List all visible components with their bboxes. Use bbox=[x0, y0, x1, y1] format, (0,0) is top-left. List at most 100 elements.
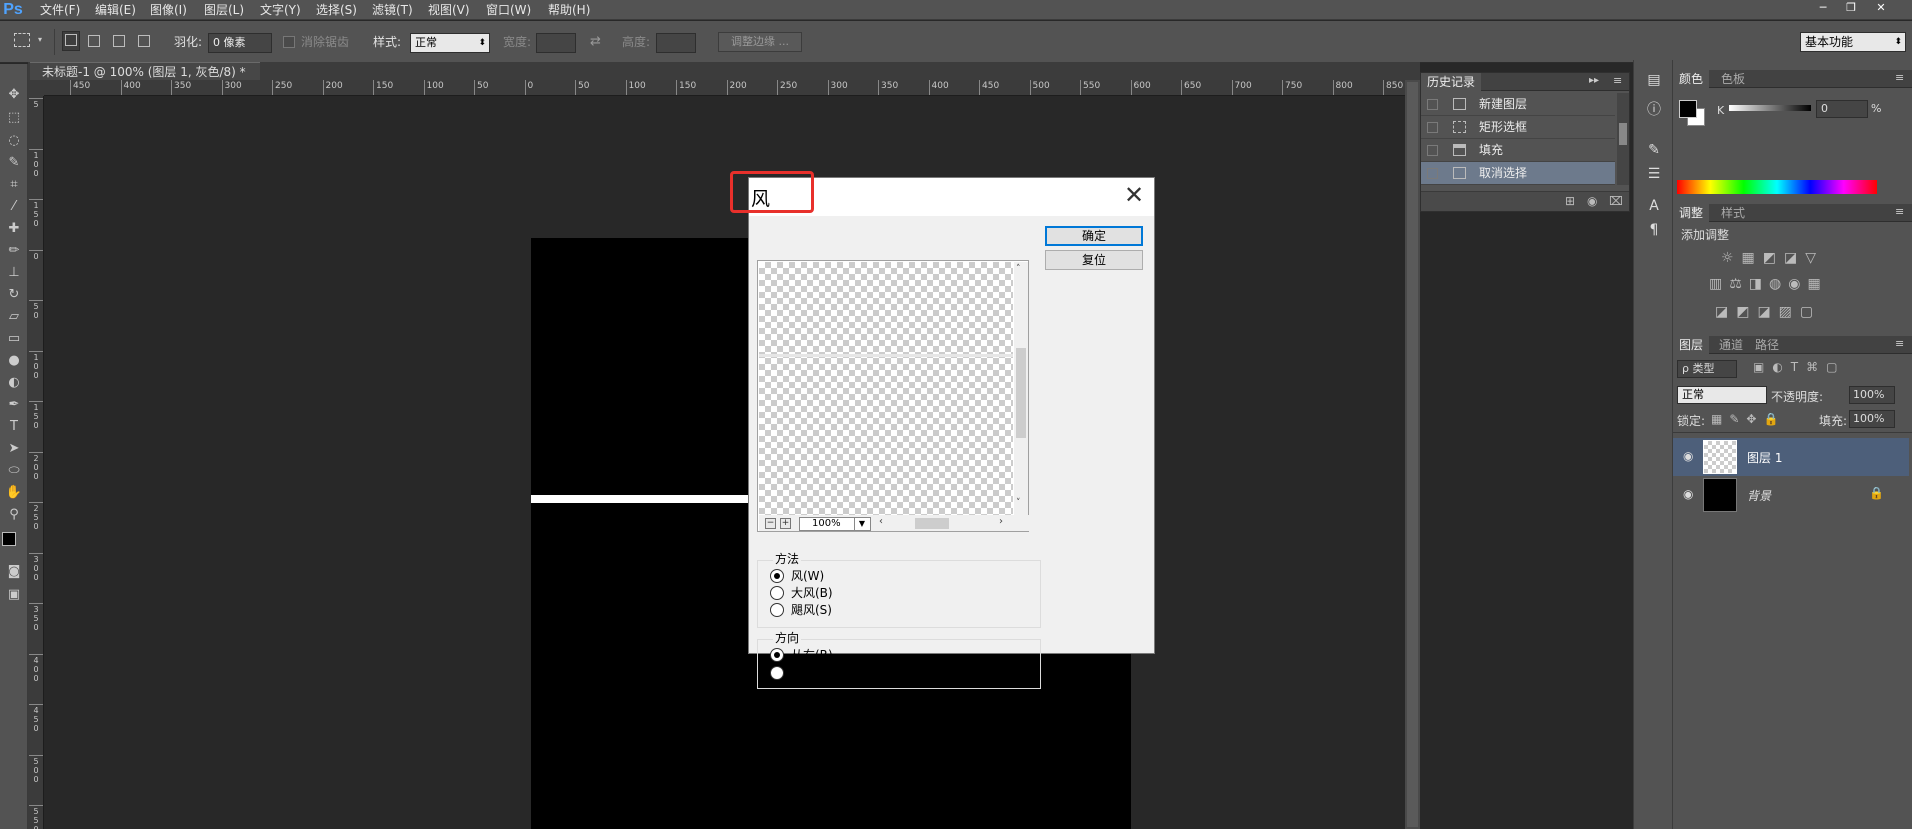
marquee-tool-icon[interactable] bbox=[14, 33, 30, 47]
close-icon[interactable]: ✕ bbox=[1121, 182, 1147, 208]
scroll-up-icon[interactable]: ˄ bbox=[1016, 264, 1021, 274]
history-brush-tool-icon[interactable]: ↻ bbox=[2, 284, 26, 306]
workspace-select[interactable]: 基本功能 ⬍ bbox=[1800, 32, 1906, 52]
dialog-title-bar[interactable]: 风 ✕ bbox=[730, 171, 1154, 216]
menu-window[interactable]: 窗口(W) bbox=[486, 2, 531, 18]
height-input[interactable] bbox=[656, 33, 696, 53]
history-snapshot-checkbox[interactable] bbox=[1427, 145, 1438, 156]
direction-from-left-label[interactable]: 从左(L) bbox=[791, 666, 831, 680]
tab-history[interactable]: 历史记录 bbox=[1421, 73, 1482, 91]
menu-select[interactable]: 选择(S) bbox=[316, 2, 357, 18]
layer-filter-select[interactable]: ρ 类型 bbox=[1677, 360, 1737, 378]
camera-icon[interactable]: ◉ bbox=[1587, 194, 1597, 208]
path-selection-tool-icon[interactable]: ➤ bbox=[2, 438, 26, 460]
eye-icon[interactable]: ◉ bbox=[1683, 487, 1693, 501]
foreground-color-swatch[interactable] bbox=[2, 532, 16, 546]
tool-preset-arrow-icon[interactable]: ▾ bbox=[38, 35, 42, 44]
menu-filter[interactable]: 滤镜(T) bbox=[372, 2, 413, 18]
tab-adjustments[interactable]: 调整 bbox=[1673, 204, 1710, 222]
method-blast-radio[interactable] bbox=[770, 586, 784, 600]
h-scroll-thumb[interactable] bbox=[915, 518, 949, 529]
tab-styles[interactable]: 样式 bbox=[1715, 204, 1751, 222]
fill-input[interactable]: 100% bbox=[1849, 410, 1895, 428]
history-snapshot-checkbox[interactable] bbox=[1427, 122, 1438, 133]
panel-menu-icon[interactable]: ≡ bbox=[1613, 74, 1622, 87]
new-document-from-state-icon[interactable]: ⊞ bbox=[1565, 194, 1575, 208]
clone-stamp-tool-icon[interactable]: ⊥ bbox=[2, 262, 26, 284]
feather-input[interactable]: 0 像素 bbox=[208, 33, 272, 53]
layer-row-selected[interactable]: ◉ 图层 1 bbox=[1673, 438, 1909, 476]
menu-image[interactable]: 图像(I) bbox=[150, 2, 187, 18]
panel-collapse-icon[interactable]: ▸▸ bbox=[1589, 75, 1599, 86]
panel-menu-icon[interactable]: ≡ bbox=[1895, 71, 1904, 84]
add-selection-mode-icon[interactable] bbox=[88, 35, 100, 47]
tab-channels[interactable]: 通道 bbox=[1713, 336, 1749, 354]
color-spectrum-bar[interactable] bbox=[1677, 180, 1877, 194]
direction-from-left-radio[interactable] bbox=[770, 666, 784, 680]
k-slider[interactable] bbox=[1729, 105, 1811, 111]
opacity-input[interactable]: 100% bbox=[1849, 386, 1895, 404]
lock-icons[interactable]: ▦✎✥🔒 bbox=[1711, 412, 1785, 426]
properties-panel-icon[interactable]: ☰ bbox=[1644, 164, 1664, 184]
gradient-tool-icon[interactable]: ▭ bbox=[2, 328, 26, 350]
eraser-tool-icon[interactable]: ▱ bbox=[2, 306, 26, 328]
history-snapshot-checkbox[interactable] bbox=[1427, 99, 1438, 110]
k-value-input[interactable]: 0 bbox=[1816, 100, 1868, 118]
intersect-selection-mode-icon[interactable] bbox=[138, 35, 150, 47]
scroll-down-icon[interactable]: ˅ bbox=[1016, 498, 1021, 508]
quick-mask-icon[interactable]: ◙ bbox=[2, 561, 26, 583]
method-stagger-label[interactable]: 飓风(S) bbox=[791, 603, 832, 617]
history-item[interactable]: 矩形选框 bbox=[1421, 116, 1615, 139]
zoom-out-icon[interactable]: − bbox=[765, 518, 776, 529]
layer-row[interactable]: ◉ 背景 🔒 bbox=[1673, 476, 1909, 514]
panel-menu-icon[interactable]: ≡ bbox=[1895, 337, 1904, 350]
menu-layer[interactable]: 图层(L) bbox=[204, 2, 244, 18]
menu-help[interactable]: 帮助(H) bbox=[548, 2, 590, 18]
ok-button[interactable]: 确定 bbox=[1045, 226, 1143, 246]
panel-menu-icon[interactable]: ≡ bbox=[1895, 205, 1904, 218]
scroll-right-icon[interactable]: › bbox=[999, 516, 1003, 527]
scroll-thumb[interactable] bbox=[1016, 348, 1026, 438]
history-panel-icon[interactable]: ▤ bbox=[1644, 70, 1664, 90]
crop-tool-icon[interactable]: ⌗ bbox=[2, 174, 26, 196]
history-item[interactable]: 填充 bbox=[1421, 139, 1615, 162]
menu-edit[interactable]: 编辑(E) bbox=[95, 2, 136, 18]
rectangular-marquee-tool-icon[interactable]: ⬚ bbox=[2, 107, 26, 129]
blend-mode-select[interactable]: 正常 bbox=[1677, 386, 1767, 404]
blur-tool-icon[interactable]: ● bbox=[2, 350, 26, 372]
restore-button[interactable]: ❐ bbox=[1838, 0, 1864, 16]
dodge-tool-icon[interactable]: ◐ bbox=[2, 372, 26, 394]
move-tool-icon[interactable]: ✥ bbox=[2, 84, 26, 106]
quick-selection-tool-icon[interactable]: ✎ bbox=[2, 152, 26, 174]
tab-layers[interactable]: 图层 bbox=[1673, 336, 1710, 354]
adjustment-icons-row-3[interactable]: ◪◩◪▨▢ bbox=[1715, 304, 1821, 320]
history-item-selected[interactable]: 取消选择 bbox=[1421, 162, 1615, 185]
menu-view[interactable]: 视图(V) bbox=[428, 2, 470, 18]
tab-paths[interactable]: 路径 bbox=[1749, 336, 1785, 354]
eye-icon[interactable]: ◉ bbox=[1683, 449, 1693, 463]
pen-tool-icon[interactable]: ✒ bbox=[2, 394, 26, 416]
foreground-color-swatch[interactable] bbox=[1679, 100, 1697, 118]
info-panel-icon[interactable]: ⓘ bbox=[1644, 100, 1664, 120]
history-snapshot-checkbox[interactable] bbox=[1427, 168, 1438, 179]
adjustment-icons-row-2[interactable]: ▥⚖◨◍◉▦ bbox=[1709, 276, 1828, 292]
tab-color[interactable]: 颜色 bbox=[1673, 70, 1710, 88]
method-wind-radio[interactable] bbox=[770, 569, 784, 583]
method-stagger-radio[interactable] bbox=[770, 603, 784, 617]
zoom-tool-icon[interactable]: ⚲ bbox=[2, 504, 26, 526]
antialias-checkbox[interactable] bbox=[283, 36, 295, 48]
direction-from-right-label[interactable]: 从右(R) bbox=[791, 648, 833, 662]
minimize-button[interactable]: ─ bbox=[1810, 0, 1836, 16]
zoom-in-icon[interactable]: + bbox=[780, 518, 791, 529]
style-select[interactable]: 正常 ⬍ bbox=[410, 33, 490, 53]
adjustment-icons-row-1[interactable]: ☼▦◩◪▽ bbox=[1721, 250, 1824, 266]
preview-image[interactable] bbox=[759, 262, 1013, 515]
lasso-tool-icon[interactable]: ◌ bbox=[2, 130, 26, 152]
new-selection-mode-icon[interactable] bbox=[62, 31, 80, 51]
preview-vertical-scrollbar[interactable]: ˄ ˅ bbox=[1014, 262, 1028, 515]
brush-panel-icon[interactable]: ✎ bbox=[1644, 140, 1664, 160]
paragraph-panel-icon[interactable]: ¶ bbox=[1644, 220, 1664, 240]
healing-brush-tool-icon[interactable]: ✚ bbox=[2, 218, 26, 240]
ellipse-tool-icon[interactable]: ⬭ bbox=[2, 460, 26, 482]
eyedropper-tool-icon[interactable]: ⁄ bbox=[2, 196, 26, 218]
